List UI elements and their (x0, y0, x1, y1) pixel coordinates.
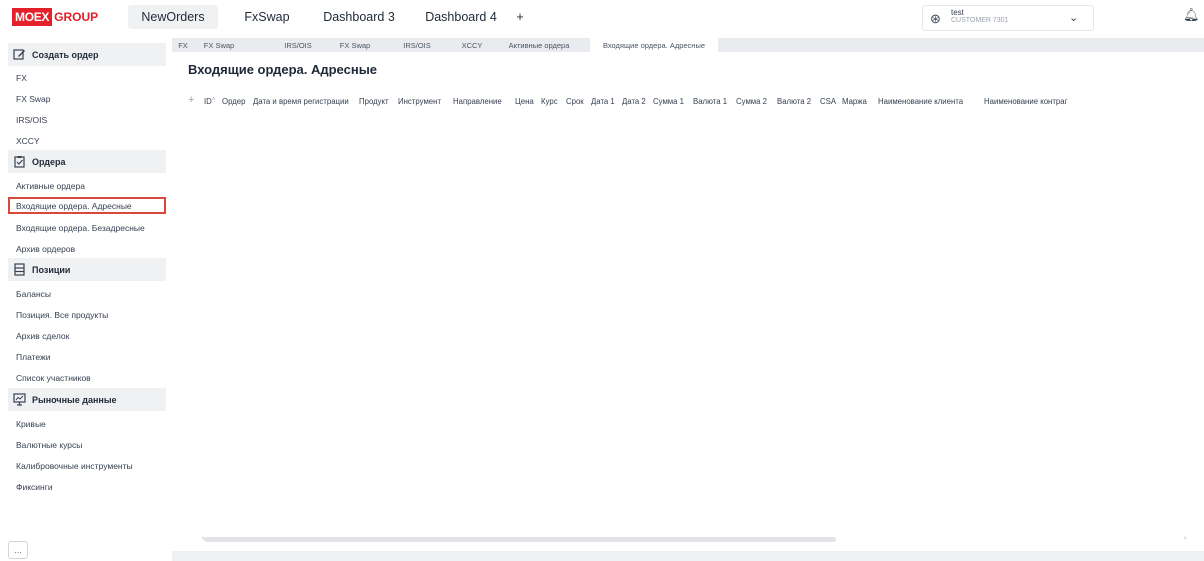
sidebar-section-create-order[interactable]: Создать ордер (8, 43, 166, 66)
sidebar-item-irs-ois[interactable]: IRS/OIS (16, 115, 47, 125)
column-header-registration-time[interactable]: Дата и время регистрации (253, 97, 349, 106)
user-menu[interactable]: ⊛ test CUSTOMER 7301 ⌄ (922, 5, 1094, 31)
user-name: test (951, 8, 964, 17)
tab-incoming-addressed[interactable]: Входящие ордера. Адресные (590, 38, 718, 52)
more-button[interactable]: ... (8, 541, 28, 559)
tab-fx-swap[interactable]: FX Swap (196, 38, 242, 52)
page-title: Входящие ордера. Адресные (188, 62, 378, 77)
top-bar: MOEX GROUP NewOrders FxSwap Dashboard 3 … (0, 0, 1204, 36)
sidebar-item-curves[interactable]: Кривые (16, 419, 46, 429)
main-content: FX FX Swap IRS/OIS FX Swap IRS/OIS XCCY … (172, 38, 1204, 561)
sort-indicator-icon: ˄ (211, 97, 216, 103)
edit-icon (12, 48, 26, 62)
column-header-amount-1[interactable]: Сумма 1 (653, 97, 684, 106)
column-header-price[interactable]: Цена (515, 97, 534, 106)
tab-fx[interactable]: FX (172, 38, 194, 52)
section-title: Позиции (32, 264, 71, 275)
sidebar-item-payments[interactable]: Платежи (16, 352, 50, 362)
sidebar-item-incoming-unaddressed[interactable]: Входящие ордера. Безадресные (16, 223, 145, 233)
sidebar-item-position-all-products[interactable]: Позиция. Все продукты (16, 310, 108, 320)
user-customer: CUSTOMER 7301 (951, 17, 1009, 24)
section-title: Создать ордер (32, 49, 99, 60)
monitor-chart-icon (12, 393, 26, 407)
sidebar: Создать ордер FX FX Swap IRS/OIS XCCY Ор… (0, 38, 166, 561)
sidebar-item-calibration-instruments[interactable]: Калибровочные инструменты (16, 461, 133, 471)
user-circle-icon: ⊛ (930, 11, 941, 26)
column-header-direction[interactable]: Направление (453, 97, 502, 106)
top-tab-fxswap[interactable]: FxSwap (236, 5, 298, 29)
list-icon (12, 263, 26, 277)
bell-icon[interactable]: 🔔︎ (1183, 7, 1200, 23)
top-tab-neworders[interactable]: NewOrders (128, 5, 218, 29)
add-tab-button[interactable]: + (508, 5, 532, 29)
column-header-date-2[interactable]: Дата 2 (622, 97, 646, 106)
column-header-currency-2[interactable]: Валюта 2 (777, 97, 811, 106)
sidebar-item-fx-swap[interactable]: FX Swap (16, 94, 51, 104)
tab-active-orders[interactable]: Активные ордера (504, 38, 574, 52)
sidebar-section-market-data[interactable]: Рыночные данные (8, 388, 166, 411)
clipboard-check-icon (12, 155, 26, 169)
tab-irs-ois-2[interactable]: IRS/OIS (397, 38, 437, 52)
column-header-counterparty-name[interactable]: Наименование контраг (984, 97, 1067, 106)
tab-irs-ois[interactable]: IRS/OIS (278, 38, 318, 52)
bottom-bar (172, 551, 1204, 561)
sidebar-item-xccy[interactable]: XCCY (16, 136, 40, 146)
top-tab-dashboard-4[interactable]: Dashboard 4 (420, 5, 502, 29)
sub-tab-bar: FX FX Swap IRS/OIS FX Swap IRS/OIS XCCY … (172, 38, 1204, 52)
horizontal-scrollbar[interactable] (204, 537, 836, 542)
column-header-csa[interactable]: CSA (820, 97, 836, 106)
sidebar-item-currency-rates[interactable]: Валютные курсы (16, 440, 82, 450)
tab-xccy[interactable]: XCCY (452, 38, 492, 52)
column-header-date-1[interactable]: Дата 1 (591, 97, 615, 106)
sidebar-item-fx[interactable]: FX (16, 73, 27, 83)
chevron-down-icon[interactable]: ⌄ (1069, 11, 1078, 24)
logo-group: GROUP (54, 10, 99, 24)
column-header-currency-1[interactable]: Валюта 1 (693, 97, 727, 106)
scroll-right-arrow-icon[interactable]: › (1184, 535, 1186, 542)
column-header-margin[interactable]: Маржа (842, 97, 867, 106)
column-header-instrument[interactable]: Инструмент (398, 97, 441, 106)
sidebar-item-incoming-addressed[interactable]: Входящие ордера. Адресные (8, 197, 166, 214)
column-header-product[interactable]: Продукт (359, 97, 389, 106)
column-header-rate[interactable]: Курс (541, 97, 558, 106)
section-title: Рыночные данные (32, 394, 117, 405)
top-tab-dashboard-3[interactable]: Dashboard 3 (318, 5, 400, 29)
sidebar-item-deals-archive[interactable]: Архив сделок (16, 331, 69, 341)
sidebar-item-fixings[interactable]: Фиксинги (16, 482, 53, 492)
sidebar-section-orders[interactable]: Ордера (8, 150, 166, 173)
logo-moex: MOEX (12, 8, 53, 26)
section-title: Ордера (32, 156, 66, 167)
column-header-term[interactable]: Срок (566, 97, 584, 106)
column-header-id[interactable]: ID˄ (204, 97, 215, 106)
sidebar-item-participants[interactable]: Список участников (16, 373, 91, 383)
column-header-order[interactable]: Ордер (222, 97, 245, 106)
sidebar-item-active-orders[interactable]: Активные ордера (16, 181, 85, 191)
tab-fx-swap-2[interactable]: FX Swap (335, 38, 375, 52)
column-header-amount-2[interactable]: Сумма 2 (736, 97, 767, 106)
add-column-button[interactable]: + (188, 94, 194, 106)
sidebar-section-positions[interactable]: Позиции (8, 258, 166, 281)
moex-logo[interactable]: MOEX GROUP (12, 7, 98, 27)
sidebar-item-orders-archive[interactable]: Архив ордеров (16, 244, 75, 254)
column-header-client-name[interactable]: Наименование клиента (878, 97, 963, 106)
sidebar-item-balances[interactable]: Балансы (16, 289, 51, 299)
